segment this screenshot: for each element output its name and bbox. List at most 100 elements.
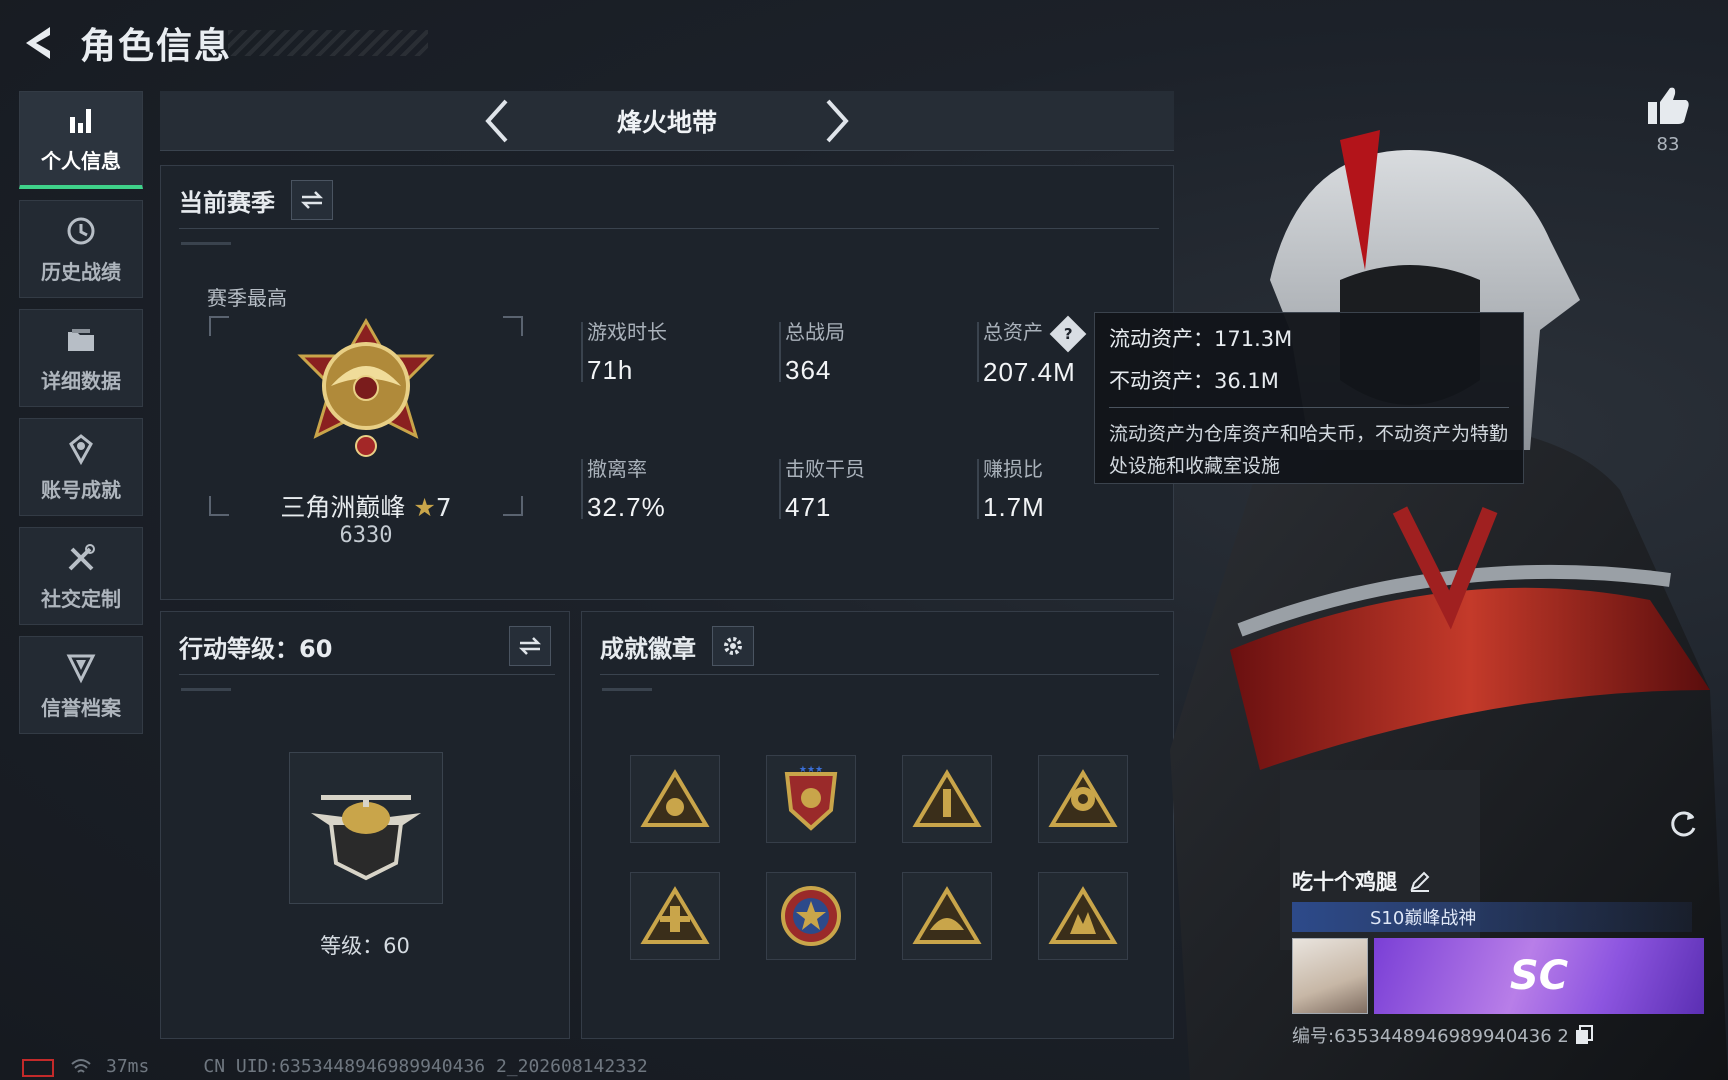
triangle-badge-icon [640, 769, 710, 827]
mode-next-button[interactable] [817, 97, 857, 145]
back-arrow-icon [26, 27, 50, 59]
action-level-panel: 行动等级：60 等级：60 [160, 611, 570, 1039]
rank-name: 三角洲巅峰 [280, 493, 406, 522]
player-uid: 编号:6353448946989940436 2 [1292, 1026, 1569, 1047]
folder-icon [68, 328, 94, 351]
stat-value: 71h [587, 355, 634, 385]
player-title: S10巅峰战神 [1370, 908, 1477, 929]
triangle-badge-icon [912, 769, 982, 827]
achievement-badge[interactable] [766, 872, 856, 960]
stat-play-time: 游戏时长 71h [581, 316, 767, 386]
rotate-view-icon[interactable] [1666, 806, 1700, 840]
sidebar-item-history[interactable]: 历史战绩 [19, 200, 143, 298]
triangle-badge-icon [640, 886, 710, 944]
action-level-switch-button[interactable] [509, 626, 551, 666]
assets-tooltip: 流动资产：171.3M 不动资产：36.1M 流动资产为仓库资产和哈夫币，不动资… [1094, 312, 1524, 484]
stat-extract-rate: 撤离率 32.7% [581, 453, 767, 523]
back-button[interactable] [18, 20, 60, 66]
tooltip-fixed-assets: 不动资产：36.1M [1109, 369, 1279, 393]
banner-logo-text: SC [1509, 953, 1569, 999]
wifi-icon [71, 1058, 91, 1073]
achievement-badge[interactable] [630, 755, 720, 843]
chevron-left-icon [485, 99, 508, 142]
stat-divider [779, 322, 781, 382]
level-emblem-frame [289, 752, 443, 904]
thumbs-up-icon [1648, 87, 1689, 124]
mode-selector: 烽火地带 [160, 91, 1174, 151]
achievements-settings-button[interactable] [712, 626, 754, 666]
help-icon[interactable]: ? [1049, 315, 1087, 352]
stat-kills: 击败干员 471 [779, 453, 965, 523]
tooltip-description: 流动资产为仓库资产和哈夫币，不动资产为特勤处设施和收藏室设施 [1109, 423, 1509, 477]
sidebar-item-label: 账号成就 [41, 477, 121, 502]
name-card-banner[interactable]: SC [1374, 938, 1704, 1014]
stat-value: 364 [785, 355, 832, 385]
star-icon: ★ [413, 493, 436, 522]
svg-text:★★★: ★★★ [799, 765, 823, 775]
rank-score: 6330 [339, 523, 393, 548]
divider-tick [181, 688, 231, 691]
season-panel: 当前赛季 赛季最高 三角洲巅峰 ★7 6330 游戏时长 71h 总战局 364… [160, 165, 1174, 600]
achievements-panel: 成就徽章 ★★★ [581, 611, 1174, 1039]
page-title: 角色信息 [80, 26, 233, 67]
sidebar-item-label: 个人信息 [41, 149, 121, 173]
chevron-right-icon [826, 99, 849, 142]
mode-title: 烽火地带 [616, 107, 717, 137]
bar-chart-icon [70, 109, 91, 133]
title-decoration [228, 30, 428, 56]
sidebar-item-achievements[interactable]: 账号成就 [19, 418, 143, 516]
level-text: 等级：60 [320, 934, 410, 958]
stat-value: 471 [785, 492, 832, 522]
stat-divider [581, 322, 583, 382]
like-count: 83 [1656, 134, 1680, 155]
achievement-badge[interactable] [1038, 872, 1128, 960]
sidebar-item-personal-info[interactable]: 个人信息 [19, 91, 143, 189]
stat-label: 击败干员 [785, 457, 865, 481]
copy-icon[interactable] [1575, 1025, 1593, 1045]
sidebar-item-label: 社交定制 [41, 586, 121, 611]
divider [179, 674, 555, 675]
achievement-badge[interactable] [902, 872, 992, 960]
shield-badge-icon: ★★★ [784, 765, 838, 831]
footer-uid: CN UID:6353448946989940436 2_20260814233… [203, 1056, 648, 1077]
sidebar-item-label: 历史战绩 [41, 259, 121, 284]
player-title-banner: S10巅峰战神 [1292, 902, 1692, 932]
stat-divider [581, 459, 583, 519]
helicopter-emblem-icon [311, 795, 421, 881]
achievement-badge[interactable] [902, 755, 992, 843]
tools-icon [68, 543, 95, 570]
achievement-badge-icon [69, 433, 93, 465]
sidebar-item-social[interactable]: 社交定制 [19, 527, 143, 625]
stat-divider [977, 459, 979, 519]
sidebar-item-label: 详细数据 [41, 368, 121, 393]
tooltip-divider [1109, 407, 1509, 408]
stat-label: 撤离率 [587, 457, 647, 481]
edit-pencil-icon[interactable] [1409, 870, 1431, 892]
stat-value: 1.7M [983, 492, 1045, 522]
triangle-badge-icon [1048, 769, 1118, 827]
card-images: SC [1292, 938, 1704, 1014]
achievement-badge[interactable] [630, 872, 720, 960]
sidebar-item-credit[interactable]: 信誉档案 [19, 636, 143, 734]
stat-label: 总资产 [983, 320, 1043, 344]
rank-name-row: 三角洲巅峰 ★7 [209, 488, 523, 524]
status-footer: 37ms CN UID:6353448946989940436 2_202608… [22, 1056, 648, 1077]
history-clock-icon [67, 217, 95, 244]
avatar[interactable] [1292, 938, 1368, 1014]
sidebar: 个人信息 历史战绩 详细数据 账号成就 社交定制 信誉档案 [19, 91, 143, 745]
like-button[interactable]: 83 [1640, 84, 1696, 155]
sidebar-item-detail-data[interactable]: 详细数据 [19, 309, 143, 407]
shield-emblem-icon [66, 654, 96, 683]
triangle-badge-icon [1048, 886, 1118, 944]
stat-label: 总战局 [785, 320, 845, 344]
page-header: 角色信息 [18, 18, 428, 68]
battery-icon [22, 1058, 54, 1077]
rank-stars: 7 [435, 493, 452, 522]
mode-prev-button[interactable] [477, 97, 517, 145]
triangle-badge-icon [912, 886, 982, 944]
achievement-badge[interactable]: ★★★ [766, 755, 856, 843]
achievement-badge[interactable] [1038, 755, 1128, 843]
ping-value: 37ms [106, 1056, 150, 1077]
stat-total-matches: 总战局 364 [779, 316, 965, 386]
achievements-title: 成就徽章 [600, 634, 696, 663]
